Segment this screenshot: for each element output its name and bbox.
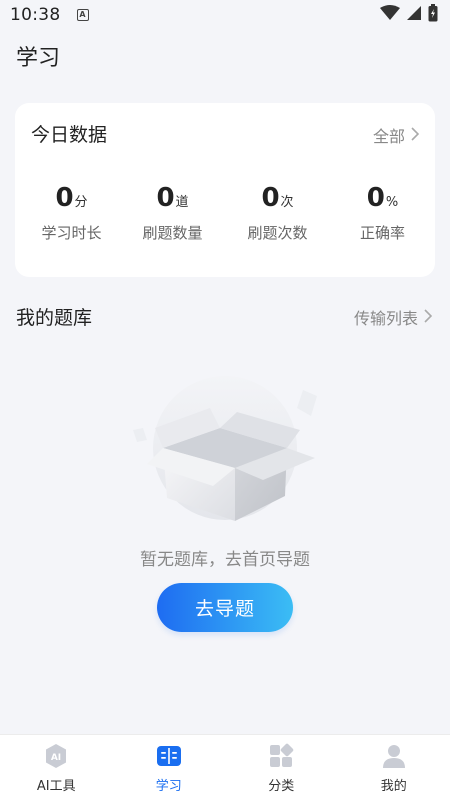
status-time: 10:38 — [10, 5, 61, 25]
tab-label: 分类 — [268, 779, 295, 794]
today-stats-card: 今日数据 全部 0 分 学习时长 0 道 刷题数量 0 次 刷题次数 0 % 正… — [15, 103, 435, 277]
stat-accuracy: 0 % 正确率 — [330, 183, 435, 243]
notification-icon: A — [76, 9, 89, 21]
wifi-icon — [380, 5, 400, 25]
empty-state-text: 暂无题库，去首页导题 — [140, 550, 310, 570]
chevron-right-icon — [424, 308, 433, 327]
chevron-right-icon — [411, 126, 420, 145]
stat-label: 刷题数量 — [142, 224, 203, 242]
stats-row: 0 分 学习时长 0 道 刷题数量 0 次 刷题次数 0 % 正确率 — [15, 183, 435, 243]
stat-unit: % — [385, 195, 399, 210]
tab-label: 学习 — [155, 779, 182, 794]
stat-label: 学习时长 — [41, 224, 102, 242]
stat-value: 0 — [261, 183, 280, 213]
view-all-link[interactable]: 全部 — [372, 123, 420, 147]
status-icons — [380, 4, 438, 26]
profile-icon — [380, 742, 408, 770]
page-title: 学习 — [16, 46, 61, 71]
stat-practice-times: 0 次 刷题次数 — [225, 183, 330, 243]
stat-study-time: 0 分 学习时长 — [19, 183, 124, 243]
svg-text:AI: AI — [51, 753, 61, 763]
stat-unit: 分 — [74, 195, 88, 210]
stat-label: 刷题次数 — [247, 224, 308, 242]
view-all-label: 全部 — [372, 127, 405, 146]
stat-question-count: 0 道 刷题数量 — [120, 183, 225, 243]
tab-ai-tools[interactable]: AI AI工具 — [0, 735, 113, 801]
tab-category[interactable]: 分类 — [225, 735, 338, 801]
stat-value: 0 — [366, 183, 385, 213]
status-bar: 10:38 A — [0, 0, 450, 30]
tab-profile[interactable]: 我的 — [338, 735, 450, 801]
bottom-tab-bar: AI AI工具 学习 分类 我的 — [0, 734, 450, 801]
stat-value: 0 — [156, 183, 175, 213]
book-icon — [155, 742, 183, 770]
signal-icon — [406, 5, 422, 25]
tab-label: 我的 — [380, 779, 407, 794]
battery-icon — [428, 4, 438, 26]
ai-icon: AI — [42, 742, 70, 770]
stat-label: 正确率 — [359, 224, 405, 242]
category-icon — [267, 742, 295, 770]
transfer-list-label: 传输列表 — [353, 309, 418, 328]
transfer-list-link[interactable]: 传输列表 — [353, 305, 433, 329]
today-stats-title: 今日数据 — [31, 124, 108, 146]
stat-unit: 次 — [280, 195, 294, 210]
tab-study[interactable]: 学习 — [113, 735, 226, 801]
my-bank-title: 我的题库 — [16, 307, 93, 329]
import-questions-button[interactable]: 去导题 — [157, 583, 293, 632]
stat-unit: 道 — [175, 195, 189, 210]
empty-box-illustration — [125, 368, 325, 528]
stat-value: 0 — [55, 183, 74, 213]
tab-label: AI工具 — [36, 779, 76, 794]
